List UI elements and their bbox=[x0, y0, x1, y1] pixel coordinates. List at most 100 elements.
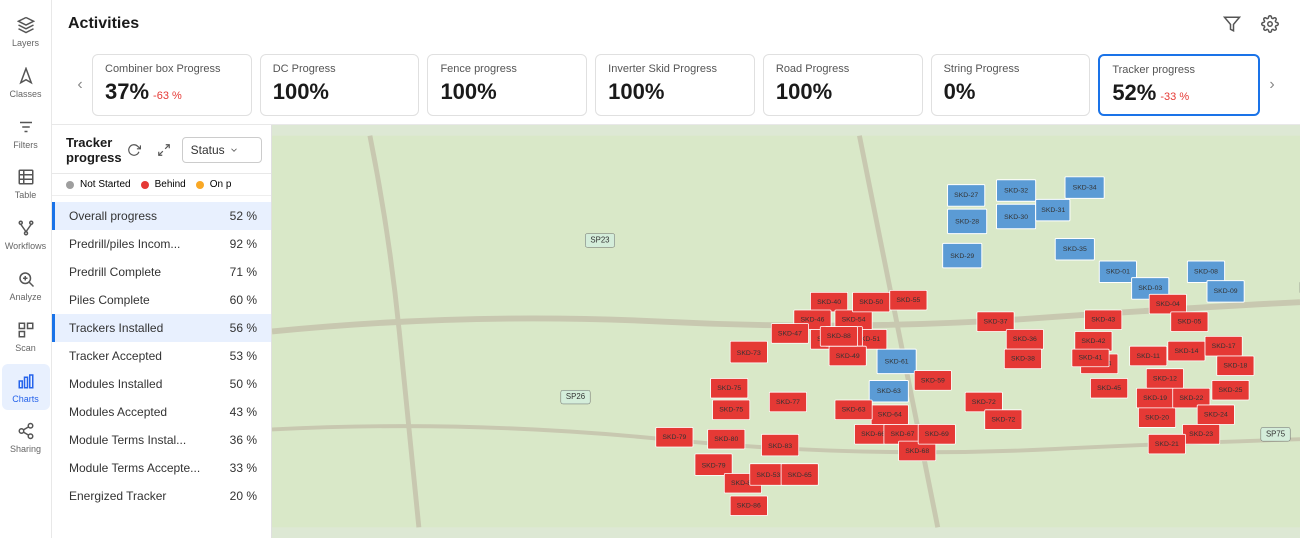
refresh-icon[interactable] bbox=[122, 138, 146, 162]
legend-dot-behind bbox=[141, 181, 149, 189]
progress-item-4[interactable]: Trackers Installed 56 % bbox=[52, 314, 271, 342]
map-area[interactable]: SP25 SP23 SP26 SP28 SP75 SKD-27 SKD bbox=[272, 125, 1300, 538]
filter-icon[interactable] bbox=[1218, 10, 1246, 38]
card-value-6: 52% bbox=[1112, 80, 1156, 106]
workflows-icon bbox=[15, 217, 37, 239]
sidebar-item-sharing[interactable]: Sharing bbox=[2, 414, 50, 461]
sidebar-item-label-classes: Classes bbox=[9, 89, 41, 100]
cards-next-arrow[interactable]: › bbox=[1260, 73, 1284, 97]
progress-pct-5: 53 % bbox=[230, 349, 257, 363]
progress-item-9[interactable]: Module Terms Accepte... 33 % bbox=[52, 454, 271, 482]
card-combiner-box[interactable]: Combiner box Progress 37% -63 % bbox=[92, 54, 252, 116]
cards-container: Combiner box Progress 37% -63 % DC Progr… bbox=[92, 54, 1260, 116]
sidebar: Layers Classes Filters Table bbox=[0, 0, 52, 538]
sidebar-item-label-scan: Scan bbox=[15, 343, 36, 354]
settings-icon[interactable] bbox=[1256, 10, 1284, 38]
classes-icon bbox=[15, 65, 37, 87]
sidebar-item-label-table: Table bbox=[15, 190, 37, 201]
progress-label-0: Overall progress bbox=[69, 209, 230, 223]
progress-label-3: Piles Complete bbox=[69, 293, 230, 307]
progress-list: Overall progress 52 % Predrill/piles Inc… bbox=[52, 196, 271, 538]
legend-label-behind: Behind bbox=[155, 179, 186, 190]
sidebar-item-label-layers: Layers bbox=[12, 38, 39, 49]
sidebar-item-analyze[interactable]: Analyze bbox=[2, 262, 50, 309]
svg-text:SP26: SP26 bbox=[566, 392, 586, 401]
progress-label-8: Module Terms Instal... bbox=[69, 433, 230, 447]
analyze-icon bbox=[15, 268, 37, 290]
progress-label-6: Modules Installed bbox=[69, 377, 230, 391]
progress-item-0[interactable]: Overall progress 52 % bbox=[52, 202, 271, 230]
progress-pct-10: 20 % bbox=[230, 489, 257, 503]
progress-item-7[interactable]: Modules Accepted 43 % bbox=[52, 398, 271, 426]
progress-pct-7: 43 % bbox=[230, 405, 257, 419]
dropdown-chevron-icon bbox=[229, 145, 239, 155]
svg-text:SP75: SP75 bbox=[1266, 429, 1286, 438]
table-icon bbox=[15, 166, 37, 188]
sidebar-item-workflows[interactable]: Workflows bbox=[2, 211, 50, 258]
card-road[interactable]: Road Progress 100% bbox=[763, 54, 923, 116]
progress-pct-8: 36 % bbox=[230, 433, 257, 447]
card-value-4: 100% bbox=[776, 79, 832, 104]
cards-prev-arrow[interactable]: ‹ bbox=[68, 73, 92, 97]
progress-item-8[interactable]: Module Terms Instal... 36 % bbox=[52, 426, 271, 454]
sidebar-item-label-charts: Charts bbox=[12, 394, 39, 405]
progress-pct-0: 52 % bbox=[230, 209, 257, 223]
progress-item-1[interactable]: Predrill/piles Incom... 92 % bbox=[52, 230, 271, 258]
card-value-2: 100% bbox=[440, 79, 496, 104]
sidebar-item-scan[interactable]: Scan bbox=[2, 313, 50, 360]
expand-icon[interactable] bbox=[152, 138, 176, 162]
main-content: Activities ‹ bbox=[52, 0, 1300, 538]
status-dropdown[interactable]: Status bbox=[182, 137, 262, 163]
card-delta-6: -33 % bbox=[1160, 91, 1189, 103]
sharing-icon bbox=[15, 420, 37, 442]
card-label-0: Combiner box Progress bbox=[105, 63, 239, 75]
charts-icon bbox=[15, 370, 37, 392]
progress-label-4: Trackers Installed bbox=[69, 321, 230, 335]
card-inverter[interactable]: Inverter Skid Progress 100% bbox=[595, 54, 755, 116]
progress-pct-3: 60 % bbox=[230, 293, 257, 307]
progress-label-9: Module Terms Accepte... bbox=[69, 461, 230, 475]
filters-icon bbox=[15, 116, 37, 138]
progress-label-1: Predrill/piles Incom... bbox=[69, 237, 230, 251]
legend-dot-on-progress bbox=[196, 181, 204, 189]
progress-label-5: Tracker Accepted bbox=[69, 349, 230, 363]
card-string[interactable]: String Progress 0% bbox=[931, 54, 1091, 116]
sidebar-item-table[interactable]: Table bbox=[2, 160, 50, 207]
card-fence[interactable]: Fence progress 100% bbox=[427, 54, 587, 116]
card-label-3: Inverter Skid Progress bbox=[608, 63, 742, 75]
sidebar-item-layers[interactable]: Layers bbox=[2, 8, 50, 55]
card-value-5: 0% bbox=[944, 79, 976, 104]
svg-text:SP23: SP23 bbox=[590, 236, 610, 245]
card-dc[interactable]: DC Progress 100% bbox=[260, 54, 420, 116]
header-top: Activities bbox=[68, 10, 1284, 38]
card-label-4: Road Progress bbox=[776, 63, 910, 75]
panel-controls: Status bbox=[122, 137, 262, 163]
sidebar-item-filters[interactable]: Filters bbox=[2, 110, 50, 157]
progress-pct-1: 92 % bbox=[230, 237, 257, 251]
card-label-6: Tracker progress bbox=[1112, 64, 1246, 76]
progress-item-6[interactable]: Modules Installed 50 % bbox=[52, 370, 271, 398]
progress-pct-6: 50 % bbox=[230, 377, 257, 391]
card-tracker[interactable]: Tracker progress 52% -33 % bbox=[1098, 54, 1260, 116]
progress-label-7: Modules Accepted bbox=[69, 405, 230, 419]
card-label-2: Fence progress bbox=[440, 63, 574, 75]
card-label-1: DC Progress bbox=[273, 63, 407, 75]
legend-not-started: Not Started bbox=[66, 179, 131, 190]
progress-item-5[interactable]: Tracker Accepted 53 % bbox=[52, 342, 271, 370]
card-value-0: 37% bbox=[105, 79, 149, 105]
card-label-5: String Progress bbox=[944, 63, 1078, 75]
sidebar-item-classes[interactable]: Classes bbox=[2, 59, 50, 106]
card-delta-0: -63 % bbox=[153, 90, 182, 102]
page-title: Activities bbox=[68, 15, 139, 33]
sidebar-item-label-filters: Filters bbox=[13, 140, 38, 151]
panel-title: Tracker progress bbox=[66, 135, 122, 165]
header-icons bbox=[1218, 10, 1284, 38]
progress-item-3[interactable]: Piles Complete 60 % bbox=[52, 286, 271, 314]
sidebar-item-charts[interactable]: Charts bbox=[2, 364, 50, 411]
layers-icon bbox=[15, 14, 37, 36]
progress-item-2[interactable]: Predrill Complete 71 % bbox=[52, 258, 271, 286]
card-value-1: 100% bbox=[273, 79, 329, 104]
scan-icon bbox=[15, 319, 37, 341]
legend-behind: Behind bbox=[141, 179, 186, 190]
progress-item-10[interactable]: Energized Tracker 20 % bbox=[52, 482, 271, 510]
